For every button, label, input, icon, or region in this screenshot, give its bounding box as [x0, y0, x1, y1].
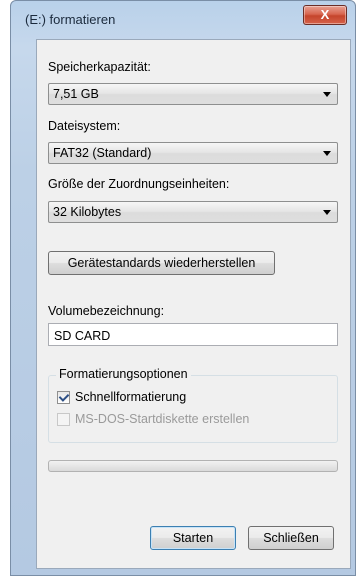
format-options-title: Formatierungsoptionen	[56, 367, 191, 381]
close-window-button[interactable]: X	[303, 5, 347, 25]
format-options-group: Formatierungsoptionen Schnellformatierun…	[48, 367, 338, 443]
chevron-down-icon	[323, 210, 331, 215]
allocation-value: 32 Kilobytes	[53, 205, 122, 219]
volume-name-field[interactable]	[48, 323, 338, 347]
capacity-label: Speicherkapazität:	[48, 60, 151, 74]
quick-format-label: Schnellformatierung	[75, 390, 187, 404]
format-progress-bar	[48, 460, 338, 472]
filesystem-label: Dateisystem:	[48, 119, 121, 133]
filesystem-value: FAT32 (Standard)	[53, 146, 152, 160]
capacity-value: 7,51 GB	[53, 87, 99, 101]
start-button[interactable]: Starten	[150, 526, 236, 550]
format-dialog-window: (E:) formatieren X Speicherkapazität: 7,…	[10, 0, 356, 576]
volume-name-input[interactable]	[49, 324, 329, 347]
filesystem-dropdown[interactable]: FAT32 (Standard)	[48, 142, 338, 164]
msdos-boot-label: MS-DOS-Startdiskette erstellen	[75, 412, 250, 426]
allocation-label: Größe der Zuordnungseinheiten:	[48, 177, 230, 191]
msdos-boot-checkbox	[57, 413, 70, 426]
dialog-body: Speicherkapazität: 7,51 GB Dateisystem: …	[36, 39, 351, 569]
quick-format-checkbox[interactable]	[57, 391, 70, 404]
capacity-dropdown[interactable]: 7,51 GB	[48, 83, 338, 105]
chevron-down-icon	[323, 92, 331, 97]
allocation-dropdown[interactable]: 32 Kilobytes	[48, 201, 338, 223]
volume-label: Volumebezeichnung:	[48, 304, 165, 318]
restore-defaults-button[interactable]: Gerätestandards wiederherstellen	[48, 251, 275, 275]
window-title: (E:) formatieren	[25, 12, 116, 27]
chevron-down-icon	[323, 151, 331, 156]
title-bar: (E:) formatieren X	[11, 1, 355, 35]
close-button[interactable]: Schließen	[248, 526, 334, 550]
close-icon: X	[320, 7, 330, 22]
